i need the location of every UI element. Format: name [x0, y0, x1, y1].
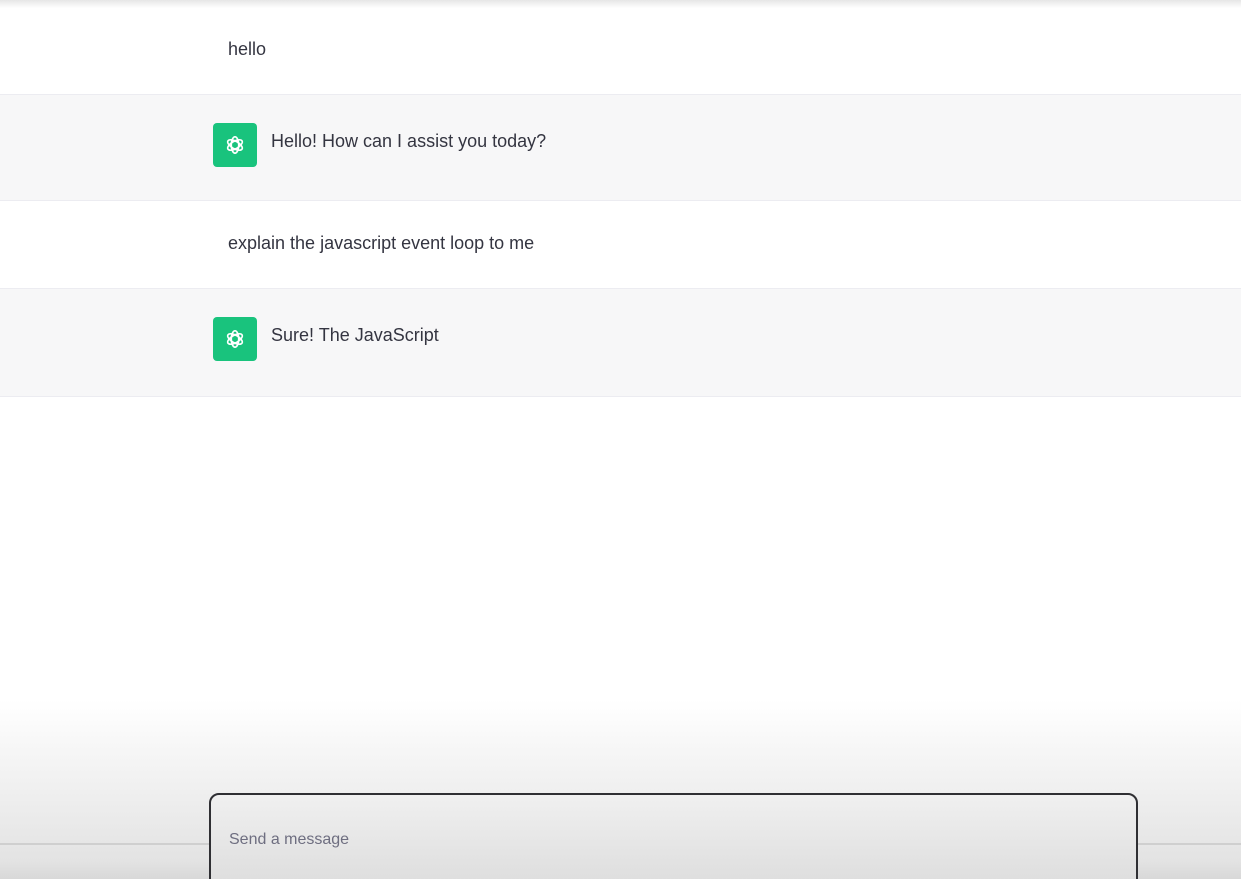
assistant-message-text: Hello! How can I assist you today?: [271, 131, 547, 151]
user-message-text: hello: [228, 39, 267, 59]
openai-logo-icon: [226, 330, 244, 348]
top-shadow: [0, 0, 1241, 8]
assistant-avatar: [213, 123, 257, 167]
user-message: hello: [0, 0, 1241, 95]
assistant-message: Hello! How can I assist you today?: [0, 95, 1241, 201]
message-input[interactable]: [227, 825, 1111, 855]
message-composer[interactable]: [209, 793, 1138, 879]
openai-logo-icon: [226, 136, 244, 154]
assistant-message-text: Sure! The JavaScript: [271, 325, 439, 345]
chat-page: hello Hello! How can I assist you today?…: [0, 0, 1241, 879]
assistant-message: Sure! The JavaScript: [0, 289, 1241, 397]
assistant-avatar: [213, 317, 257, 361]
user-message: explain the javascript event loop to me: [0, 201, 1241, 289]
user-message-text: explain the javascript event loop to me: [228, 233, 535, 253]
